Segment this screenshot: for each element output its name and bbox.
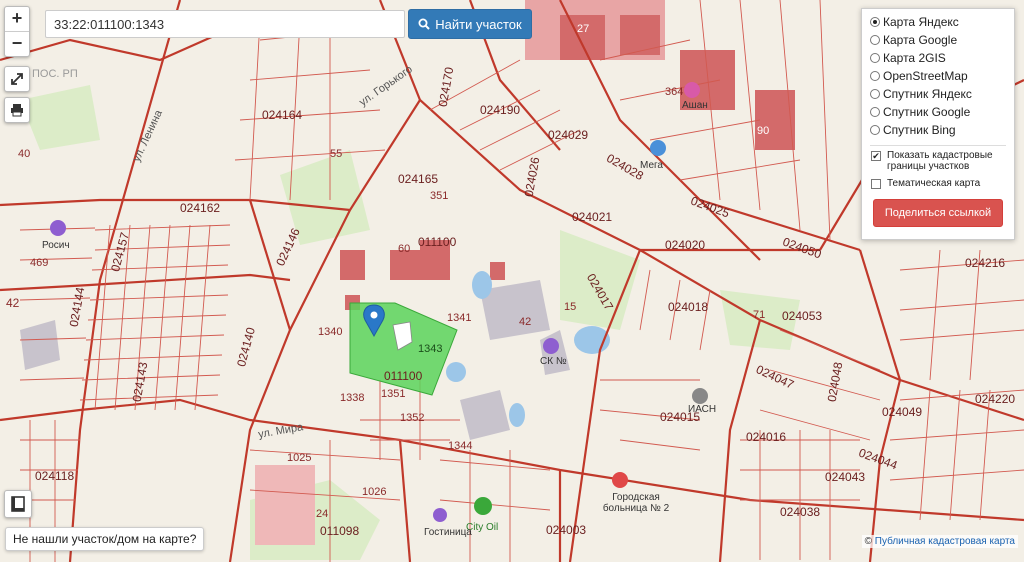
expand-icon bbox=[11, 73, 23, 85]
search-icon bbox=[418, 18, 430, 30]
parcel-label: 1026 bbox=[362, 486, 387, 498]
layer-option-label: Карта Яндекс bbox=[883, 15, 959, 29]
quarter-label: 011100 bbox=[418, 235, 457, 249]
quarter-label: 024118 bbox=[35, 469, 75, 483]
quarter-label: 024049 bbox=[882, 405, 923, 419]
parcel-label: 1352 bbox=[400, 412, 425, 424]
parcel-label: 27 bbox=[577, 23, 590, 35]
show-cadastral-borders-toggle[interactable]: ✔ Показать кадастровые границы участков bbox=[870, 150, 1006, 172]
quarter-label: 024216 bbox=[965, 256, 1006, 270]
poi-label: СК № bbox=[540, 356, 567, 367]
quarter-label: 024053 bbox=[782, 309, 823, 323]
radio-icon bbox=[870, 125, 880, 135]
checkbox-checked-icon: ✔ bbox=[871, 151, 881, 161]
layer-option-yandex-map[interactable]: Карта Яндекс bbox=[870, 13, 1006, 31]
quarter-label: 011098 bbox=[320, 524, 360, 538]
layer-option-label: Карта 2GIS bbox=[883, 51, 946, 65]
quarter-label: 024018 bbox=[668, 300, 709, 314]
attribution-link[interactable]: Публичная кадастровая карта bbox=[875, 536, 1015, 547]
quarter-label: 024220 bbox=[975, 392, 1016, 406]
layer-option-label: OpenStreetMap bbox=[883, 69, 968, 83]
quarter-label: 024162 bbox=[180, 201, 221, 215]
corner-label: ПОС. РП bbox=[32, 68, 78, 80]
parcel-label: 1344 bbox=[448, 440, 473, 452]
parcel-label: 1025 bbox=[287, 452, 312, 464]
book-icon bbox=[11, 496, 25, 512]
attribution: © Публичная кадастровая карта bbox=[861, 535, 1018, 548]
layer-option-google-map[interactable]: Карта Google bbox=[870, 31, 1006, 49]
parcel-label: 1340 bbox=[318, 326, 343, 338]
layer-option-yandex-satellite[interactable]: Спутник Яндекс bbox=[870, 85, 1006, 103]
radio-icon bbox=[870, 53, 880, 63]
parcel-label: 40 bbox=[18, 148, 31, 160]
poi-label: Гостиница bbox=[424, 527, 472, 538]
print-icon bbox=[11, 104, 23, 117]
layer-option-osm[interactable]: OpenStreetMap bbox=[870, 67, 1006, 85]
checkbox-icon bbox=[871, 179, 881, 189]
not-found-button[interactable]: Не нашли участок/дом на карте? bbox=[5, 527, 205, 551]
quarter-label: 024020 bbox=[665, 238, 706, 252]
quarter-label: 024043 bbox=[825, 470, 866, 484]
quarter-label: 024029 bbox=[548, 128, 589, 142]
layer-option-label: Спутник Яндекс bbox=[883, 87, 972, 101]
thematic-map-toggle[interactable]: Тематическая карта bbox=[870, 178, 1006, 189]
radio-icon bbox=[870, 107, 880, 117]
layer-option-google-satellite[interactable]: Спутник Google bbox=[870, 103, 1006, 121]
poi-label: ИАСН bbox=[688, 404, 717, 415]
poi-label: Городская больница № 2 bbox=[602, 492, 670, 514]
parcel-label: 90 bbox=[757, 125, 770, 137]
search-input[interactable] bbox=[45, 10, 405, 38]
quarter-label: 024165 bbox=[398, 172, 439, 186]
layer-option-bing-satellite[interactable]: Спутник Bing bbox=[870, 121, 1006, 139]
fullscreen-button[interactable] bbox=[4, 66, 30, 92]
zoom-in-button[interactable]: + bbox=[5, 7, 29, 31]
poi-label: Мега bbox=[640, 160, 663, 171]
quarter-label: 024038 bbox=[780, 505, 821, 519]
poi-label: Ашан bbox=[682, 100, 708, 111]
radio-icon bbox=[870, 71, 880, 81]
quarter-label: 024190 bbox=[480, 103, 521, 117]
legend-button[interactable] bbox=[4, 490, 32, 518]
zoom-out-button[interactable]: − bbox=[5, 31, 29, 56]
search-button-label: Найти участок bbox=[435, 16, 522, 32]
parcel-label: 1341 bbox=[447, 312, 472, 324]
parcel-label: 42 bbox=[519, 316, 532, 328]
parcel-label-highlighted: 1343 bbox=[418, 343, 443, 355]
divider bbox=[870, 145, 1006, 146]
parcel-label: 15 bbox=[564, 301, 577, 313]
poi-label: Росич bbox=[42, 240, 70, 251]
quarter-label: 024016 bbox=[746, 430, 787, 444]
quarter-label: 024164 bbox=[262, 108, 303, 122]
parcel-label: 55 bbox=[330, 148, 343, 160]
layer-option-label: Спутник Google bbox=[883, 105, 971, 119]
search-button[interactable]: Найти участок bbox=[408, 9, 532, 39]
parcel-label: 351 bbox=[430, 190, 449, 202]
parcel-label: 24 bbox=[316, 508, 329, 520]
layer-switcher: Карта Яндекс Карта Google Карта 2GIS Ope… bbox=[861, 8, 1015, 240]
copyright-sign: © bbox=[864, 536, 872, 547]
quarter-label: 024021 bbox=[572, 210, 613, 224]
parcel-label: 1351 bbox=[381, 388, 406, 400]
radio-icon bbox=[870, 35, 880, 45]
parcel-label: 60 bbox=[398, 243, 411, 255]
layer-option-2gis-map[interactable]: Карта 2GIS bbox=[870, 49, 1006, 67]
layer-option-label: Спутник Bing bbox=[883, 123, 956, 137]
radio-selected-icon bbox=[870, 17, 880, 27]
quarter-label: 024003 bbox=[546, 523, 587, 537]
show-borders-label: Показать кадастровые границы участков bbox=[887, 150, 993, 172]
radio-icon bbox=[870, 89, 880, 99]
print-button[interactable] bbox=[4, 97, 30, 123]
parcel-label: 71 bbox=[753, 309, 766, 321]
zoom-control: + − bbox=[4, 6, 30, 57]
share-link-button[interactable]: Поделиться ссылкой bbox=[873, 199, 1003, 227]
parcel-label: 469 bbox=[30, 257, 49, 269]
quarter-label: 011100 bbox=[384, 369, 423, 383]
parcel-label: 364 bbox=[665, 86, 684, 98]
parcel-label: 1338 bbox=[340, 392, 365, 404]
corner-label: 42 bbox=[6, 296, 20, 310]
thematic-label: Тематическая карта bbox=[887, 178, 981, 189]
layer-option-label: Карта Google bbox=[883, 33, 958, 47]
